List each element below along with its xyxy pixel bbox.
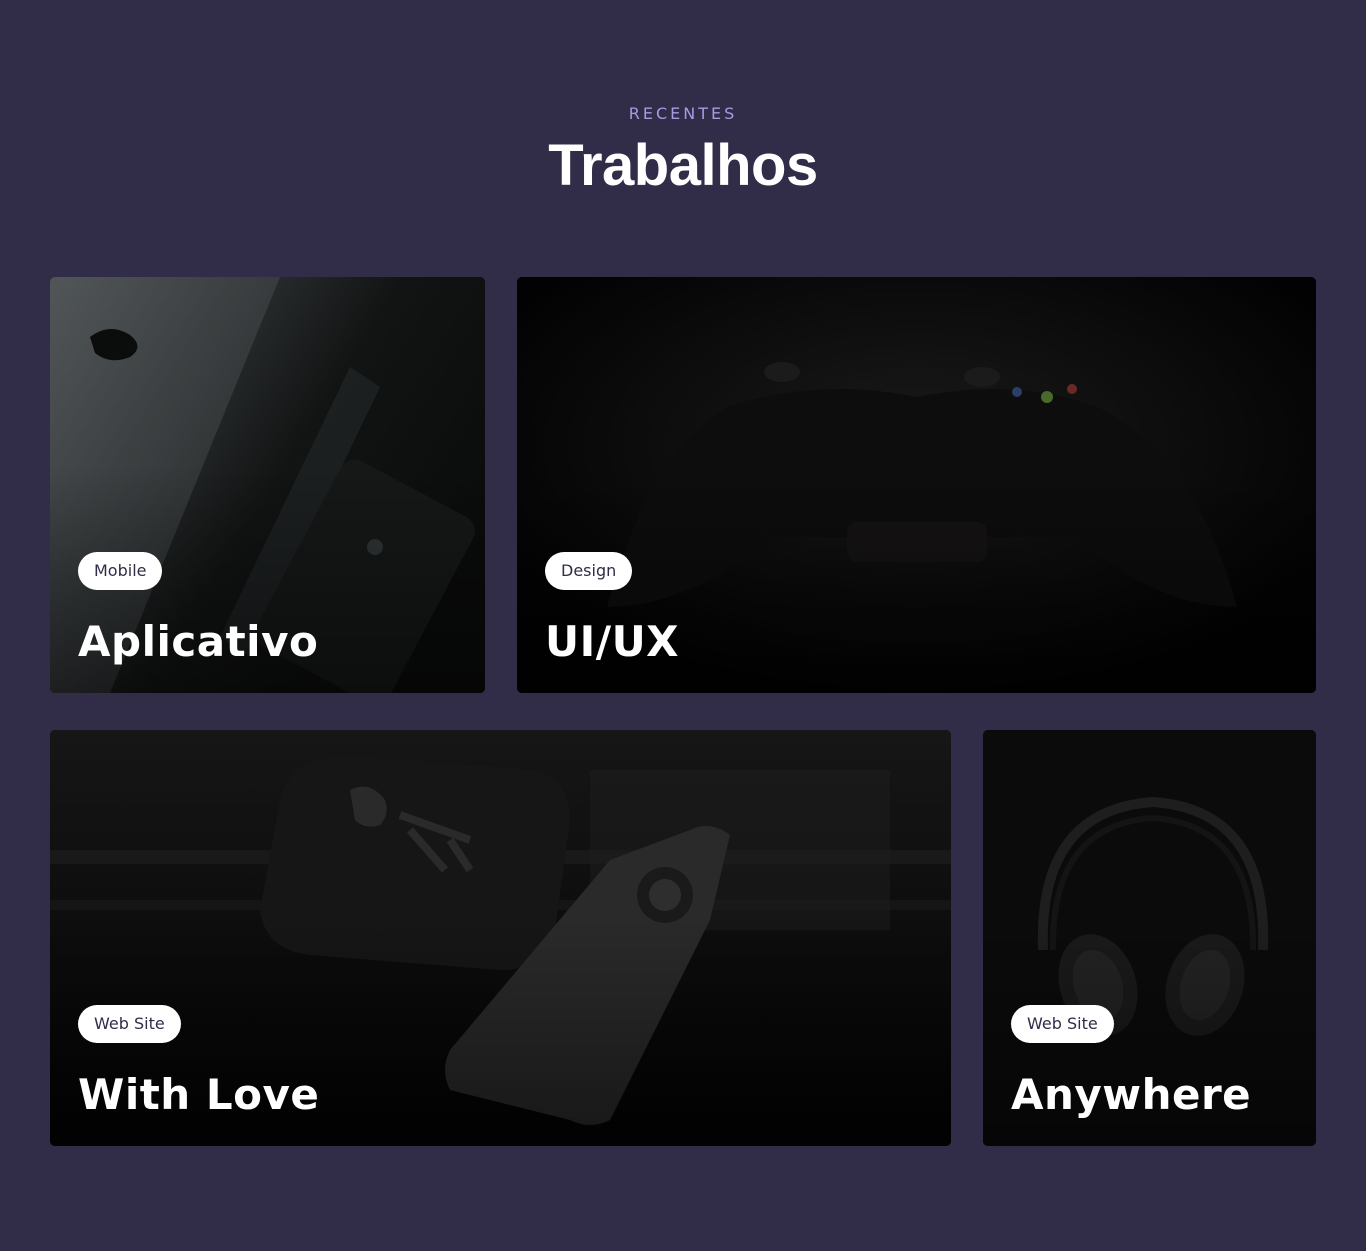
project-card-aplicativo[interactable]: Mobile Aplicativo [50, 277, 485, 693]
section-eyebrow: RECENTES [628, 104, 738, 123]
section-title: Trabalhos [548, 133, 818, 198]
category-tag[interactable]: Web Site [1011, 1005, 1114, 1043]
project-title: With Love [78, 1070, 320, 1119]
category-tag[interactable]: Mobile [78, 552, 163, 590]
category-tag[interactable]: Web Site [78, 1005, 181, 1043]
project-title: UI/UX [545, 617, 680, 666]
category-tag[interactable]: Design [545, 552, 633, 590]
project-card-anywhere[interactable]: Web Site Anywhere [983, 730, 1316, 1146]
project-title: Aplicativo [78, 617, 319, 666]
project-card-with-love[interactable]: Web Site With Love [50, 730, 951, 1146]
project-card-ui-ux[interactable]: Design UI/UX [517, 277, 1316, 693]
project-title: Anywhere [1011, 1070, 1252, 1119]
